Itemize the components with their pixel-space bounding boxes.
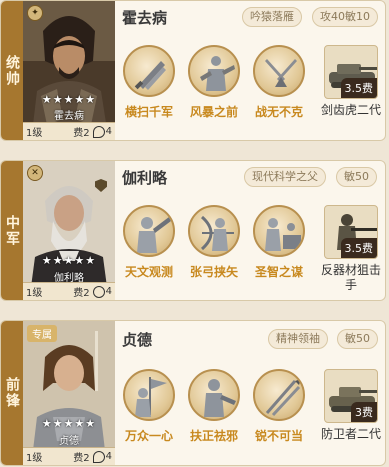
tag-stats: 敏50 xyxy=(336,167,377,187)
skill-1[interactable]: 万众一心 xyxy=(118,369,180,444)
skill-3[interactable]: 战无不克 xyxy=(248,45,310,120)
skill-2[interactable]: 张弓挟矢 xyxy=(183,205,245,280)
star-rating: ★★★★★ xyxy=(41,254,97,267)
tag-trait: 精神领袖 xyxy=(268,329,328,349)
hero-name: 霍去病 xyxy=(122,9,168,27)
item-cost: 3.5费 xyxy=(340,238,377,258)
hero-card-2[interactable]: 中军 ✕ ★★★★★ 伽利略 1级 费2 4 伽利略 现代科学之父 敏50 天文… xyxy=(0,160,386,301)
spec-count: 4 xyxy=(105,451,112,462)
role-label: 中军 xyxy=(4,214,20,247)
portrait-footer: 1级 费2 4 xyxy=(23,282,115,300)
tag-stats: 敏50 xyxy=(337,329,378,349)
hero-cost: 费2 xyxy=(73,453,90,464)
hero-portrait[interactable]: 专属 ★★★★★ 贞德 1级 费2 4 xyxy=(23,321,115,465)
hero-card-3[interactable]: 前锋 专属 ★★★★★ 贞德 1级 费2 4 贞德 精神领袖 敏50 万众一心 xyxy=(0,320,386,466)
hero-name: 贞德 xyxy=(122,331,153,349)
spec-count: 4 xyxy=(105,286,112,297)
skill-label: 张弓挟矢 xyxy=(189,265,238,279)
tank-icon: 3费 xyxy=(324,369,378,423)
role-strip: 前锋 xyxy=(1,321,23,465)
blades-icon xyxy=(253,45,305,97)
hero-level: 1级 xyxy=(26,288,43,299)
item-cost: 3.5费 xyxy=(340,78,377,98)
item-name: 反器材狙击手 xyxy=(320,263,381,292)
astronomer-icon xyxy=(123,205,175,257)
faction-icon: ✦ xyxy=(27,5,43,21)
knight-icon xyxy=(188,369,240,421)
hero-level: 1级 xyxy=(26,453,43,464)
role-label: 前锋 xyxy=(4,377,20,409)
skill-label: 风暴之前 xyxy=(189,105,238,119)
equipment-item[interactable]: 3费 防卫者二代 xyxy=(320,369,381,442)
tag-stats: 攻40敏10 xyxy=(312,7,378,27)
star-rating: ★★★★★ xyxy=(41,417,97,430)
sword-icon xyxy=(123,45,175,97)
tag-trait: 现代科学之父 xyxy=(244,167,326,187)
skill-label: 天文观测 xyxy=(124,265,173,279)
skill-2[interactable]: 风暴之前 xyxy=(183,45,245,120)
hero-name: 伽利略 xyxy=(122,169,168,187)
moon-icon xyxy=(92,450,105,463)
target-icon xyxy=(92,285,105,298)
equipment-item[interactable]: 3.5费 反器材狙击手 xyxy=(320,205,381,293)
tag-trait: 吟猿落雁 xyxy=(242,7,302,27)
soldiers-icon xyxy=(188,45,240,97)
hero-portrait[interactable]: ✕ ★★★★★ 伽利略 1级 费2 4 xyxy=(23,161,115,300)
portrait-name: 贞德 xyxy=(59,436,79,447)
sniper-icon: 3.5费 xyxy=(324,205,378,259)
skill-label: 万众一心 xyxy=(124,429,173,443)
hero-portrait[interactable]: ✦ ★★★★★ 霍去病 1级 费2 4 xyxy=(23,1,115,140)
hero-level: 1级 xyxy=(26,128,43,139)
hero-cost: 费2 xyxy=(73,128,90,139)
skill-label: 横扫千军 xyxy=(124,105,173,119)
rally-icon xyxy=(123,369,175,421)
item-cost: 3费 xyxy=(351,402,377,422)
skill-1[interactable]: 横扫千军 xyxy=(118,45,180,120)
moon-icon xyxy=(92,125,105,138)
skill-1[interactable]: 天文观测 xyxy=(118,205,180,280)
spec-count: 4 xyxy=(105,126,112,137)
strategist-icon xyxy=(253,205,305,257)
skill-2[interactable]: 扶正祛邪 xyxy=(183,369,245,444)
role-strip: 中军 xyxy=(1,161,23,300)
item-name: 剑齿虎二代 xyxy=(320,103,381,117)
hero-card-1[interactable]: 统帅 ✦ ★★★★★ 霍去病 1级 费2 4 霍去病 吟猿落雁 攻40敏10 横… xyxy=(0,0,386,141)
exclusive-badge: 专属 xyxy=(27,325,57,342)
portrait-name: 霍去病 xyxy=(54,111,84,122)
skill-3[interactable]: 锐不可当 xyxy=(248,369,310,444)
tank-icon: 3.5费 xyxy=(324,45,378,99)
star-rating: ★★★★★ xyxy=(41,93,97,106)
skill-label: 锐不可当 xyxy=(254,429,303,443)
role-strip: 统帅 xyxy=(1,1,23,140)
archer-icon xyxy=(188,205,240,257)
hero-cost: 费2 xyxy=(73,288,90,299)
spears-icon xyxy=(253,369,305,421)
equipment-item[interactable]: 3.5费 剑齿虎二代 xyxy=(320,45,381,118)
skill-3[interactable]: 圣智之谋 xyxy=(248,205,310,280)
spec-indicator: 4 xyxy=(92,450,112,463)
spec-indicator: 4 xyxy=(92,285,112,298)
item-name: 防卫者二代 xyxy=(320,427,381,441)
role-label: 统帅 xyxy=(4,54,20,87)
spec-indicator: 4 xyxy=(92,125,112,138)
skill-label: 扶正祛邪 xyxy=(189,429,238,443)
portrait-footer: 1级 费2 4 xyxy=(23,447,115,465)
skill-label: 圣智之谋 xyxy=(254,265,303,279)
faction-icon: ✕ xyxy=(27,165,43,181)
portrait-footer: 1级 费2 4 xyxy=(23,122,115,140)
skill-label: 战无不克 xyxy=(254,105,303,119)
